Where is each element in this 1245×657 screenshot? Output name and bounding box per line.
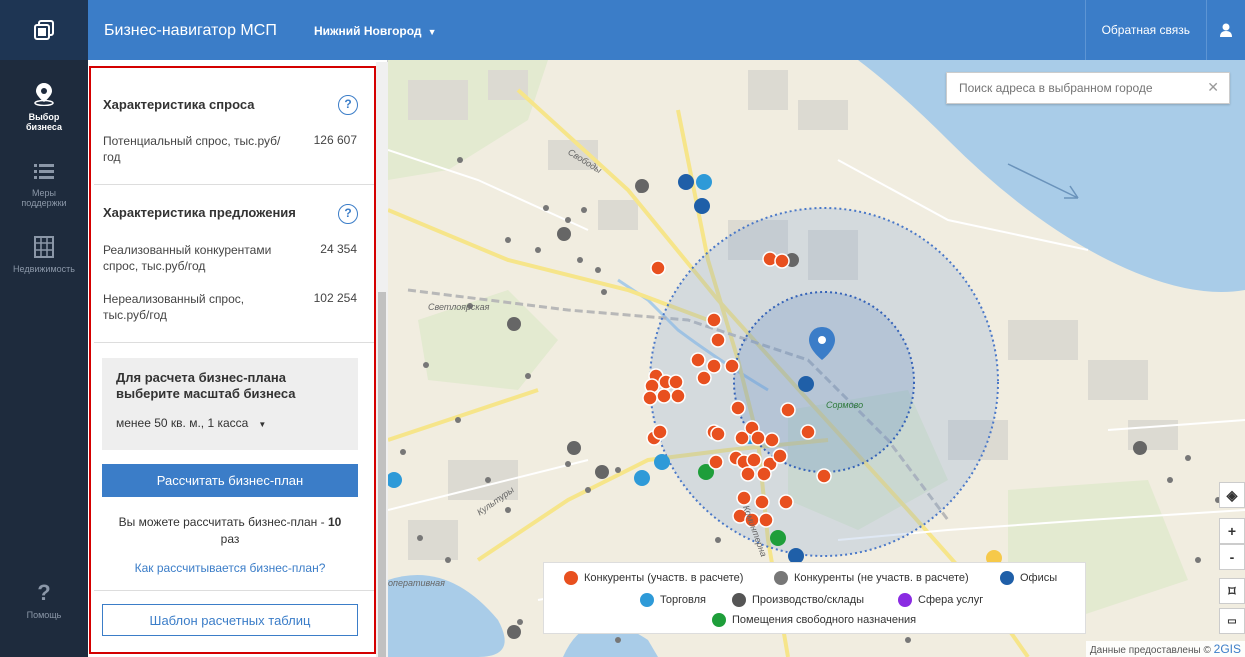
app-logo[interactable] (0, 0, 88, 60)
nav-label: Недвижимость (13, 264, 75, 274)
ruler-button[interactable]: ▭ (1219, 608, 1245, 634)
address-search[interactable]: ✕ (946, 72, 1230, 104)
street-label: Светлоярская (428, 302, 490, 312)
flame-icon (564, 571, 578, 585)
search-input[interactable] (947, 73, 1197, 103)
map-legend: Конкуренты (участв. в расчете) Конкурент… (543, 562, 1086, 634)
app-title[interactable]: Бизнес-навигатор МСП (104, 22, 277, 40)
building-icon (34, 236, 54, 258)
layers-icon: ◈ (1226, 486, 1238, 503)
demand-potential-value: 126 607 (313, 133, 357, 147)
legend-item: Помещения свободного назначения (712, 613, 916, 627)
zoom-in-button[interactable]: + (1219, 518, 1245, 544)
question-icon: ? (37, 580, 51, 605)
plus-icon: + (1227, 523, 1237, 539)
help-question-icon[interactable]: ? (338, 204, 358, 224)
zoom-out-button[interactable]: - (1219, 544, 1245, 570)
scale-dropdown[interactable]: менее 50 кв. м., 1 касса ▼ (116, 416, 266, 430)
dot-icon (774, 571, 788, 585)
divider (94, 184, 374, 185)
supply-realized-label: Реализованный конкурентами спрос, тыс.ру… (103, 243, 272, 273)
supply-title: Характеристика предложения (103, 205, 296, 220)
supply-unrealized-value: 102 254 (313, 291, 357, 305)
city-selector[interactable]: Нижний Новгород ▼ (314, 24, 436, 38)
divider (94, 590, 374, 591)
map-pin-icon (34, 83, 54, 106)
attribution-text: Данные предоставлены © (1089, 645, 1211, 656)
legend-label: Сфера услуг (918, 594, 984, 606)
nav-label: Выбор (28, 112, 60, 122)
scale-selected: менее 50 кв. м., 1 касса (116, 416, 249, 430)
calculate-plan-button[interactable]: Рассчитать бизнес-план (102, 464, 358, 497)
frame-icon: ⌑ (1228, 582, 1236, 599)
legend-item: Производство/склады (732, 593, 864, 607)
how-calculated-link[interactable]: Как рассчитывается бизнес-план? (102, 561, 358, 575)
supply-unrealized-label: Нереализованный спрос, тыс.руб/год (103, 292, 245, 322)
nav-item-realty[interactable]: Недвижимость (0, 236, 88, 274)
service-icon (898, 593, 912, 607)
map-attribution[interactable]: Данные предоставлены © 2GIS (1085, 641, 1245, 657)
divider (94, 342, 374, 343)
nav-label: Помощь (26, 610, 62, 620)
city-name: Нижний Новгород (314, 24, 422, 38)
nav-item-help[interactable]: ? Помощь (0, 580, 88, 621)
nav-label: поддержки (21, 198, 67, 208)
legend-label: Производство/склады (752, 594, 865, 606)
cart-icon (640, 593, 654, 607)
street-label: оперативная (388, 578, 445, 588)
office-icon (1000, 571, 1014, 585)
caret-down-icon: ▼ (427, 27, 437, 37)
feedback-link[interactable]: Обратная связь (1084, 0, 1207, 60)
scale-box: Для расчета бизнес-плана выберите масшта… (102, 358, 358, 450)
stack-icon (34, 20, 54, 40)
note-suffix: раз (220, 532, 240, 546)
layers-button[interactable]: ◈ (1219, 482, 1245, 508)
note-prefix: Вы можете рассчитать бизнес-план - (118, 515, 328, 529)
nav-item-business[interactable]: Выбор бизнеса (0, 82, 88, 132)
district-label: Сормово (826, 400, 864, 410)
supply-realized-value: 24 354 (320, 242, 357, 256)
attribution-brand: 2GIS (1213, 642, 1241, 656)
legend-item: Конкуренты (не участв. в расчете) (774, 571, 969, 585)
note-count: 10 (327, 515, 342, 529)
calc-remaining-note: Вы можете рассчитать бизнес-план - 10 раз (102, 514, 358, 548)
legend-item: Офисы (1000, 571, 1057, 585)
demand-potential-label: Потенциальный спрос, тыс.руб/год (103, 134, 281, 164)
help-question-icon[interactable]: ? (338, 95, 358, 115)
template-tables-button[interactable]: Шаблон расчетных таблиц (102, 604, 358, 636)
demand-title: Характеристика спроса (103, 97, 255, 112)
caret-down-icon: ▼ (258, 420, 267, 429)
factory-icon (732, 593, 746, 607)
minus-icon: - (1229, 549, 1235, 565)
legend-label: Конкуренты (не участв. в расчете) (794, 572, 969, 584)
legend-label: Помещения свободного назначения (732, 614, 917, 626)
legend-item: Конкуренты (участв. в расчете) (564, 571, 743, 585)
legend-item: Торговля (640, 593, 706, 607)
legend-label: Торговля (660, 594, 706, 606)
scrollbar-thumb[interactable] (378, 292, 386, 657)
nav-label: бизнеса (25, 122, 62, 132)
nav-item-support[interactable]: Меры поддержки (0, 162, 88, 208)
user-icon (1220, 23, 1232, 37)
list-icon (34, 164, 54, 179)
legend-label: Офисы (1020, 572, 1058, 584)
fullscreen-button[interactable]: ⌑ (1219, 578, 1245, 604)
scale-title: Для расчета бизнес-плана выберите масшта… (116, 370, 296, 401)
panel-scrollbar[interactable] (376, 62, 388, 657)
star-icon (712, 613, 726, 627)
ruler-icon: ▭ (1227, 615, 1237, 627)
legend-item: Сфера услуг (898, 593, 983, 607)
clear-icon[interactable]: ✕ (1207, 79, 1219, 96)
user-button[interactable] (1207, 0, 1245, 60)
nav-label: Меры (31, 188, 57, 198)
side-nav: Выбор бизнеса Меры поддержки Недвижимост… (0, 60, 88, 657)
legend-label: Конкуренты (участв. в расчете) (584, 572, 744, 584)
top-bar: Бизнес-навигатор МСП Нижний Новгород ▼ Об… (0, 0, 1245, 60)
